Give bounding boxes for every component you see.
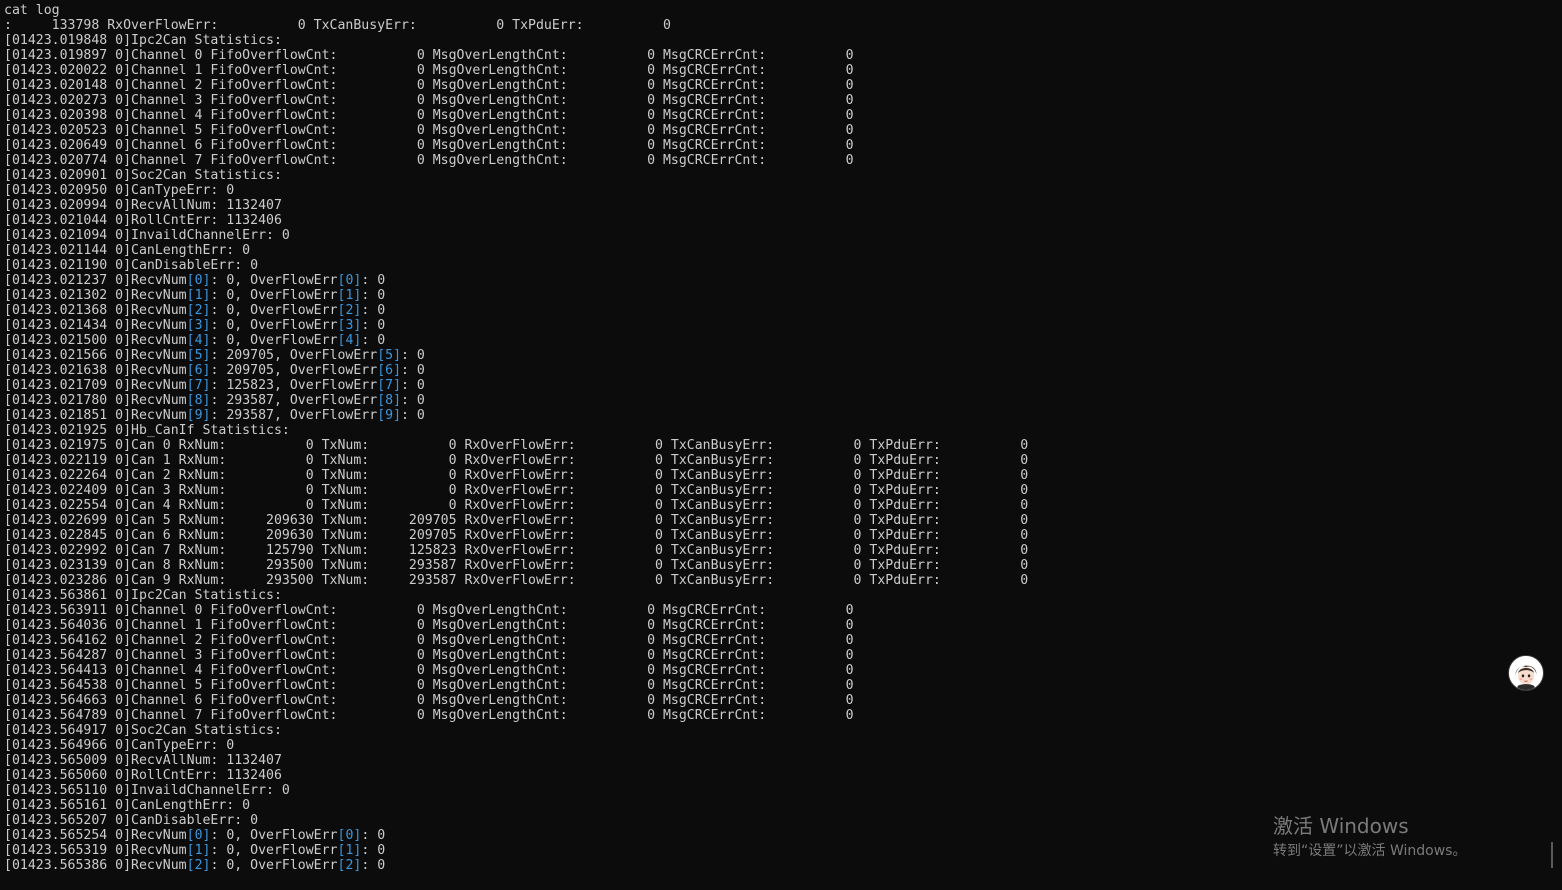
log-line: [01423.021975 0]Can 0 RxNum: 0 TxNum: 0 … xyxy=(4,438,1029,453)
array-index: [2] xyxy=(186,858,211,873)
array-index: [0] xyxy=(186,273,211,288)
log-line: [01423.565207 0]CanDisableErr: 0 xyxy=(4,813,259,828)
log-line: [01423.019897 0]Channel 0 FifoOverflowCn… xyxy=(4,48,854,63)
log-line: [01423.021500 0]RecvNum[4]: 0, OverFlowE… xyxy=(4,333,386,348)
array-index: [6] xyxy=(377,363,402,378)
log-line: [01423.021302 0]RecvNum[1]: 0, OverFlowE… xyxy=(4,288,386,303)
log-line: [01423.563911 0]Channel 0 FifoOverflowCn… xyxy=(4,603,854,618)
log-line: [01423.022992 0]Can 7 RxNum: 125790 TxNu… xyxy=(4,543,1029,558)
log-line: [01423.020901 0]Soc2Can Statistics: xyxy=(4,168,282,183)
log-line: [01423.564413 0]Channel 4 FifoOverflowCn… xyxy=(4,663,854,678)
log-line: [01423.021190 0]CanDisableErr: 0 xyxy=(4,258,259,273)
log-line: [01423.020523 0]Channel 5 FifoOverflowCn… xyxy=(4,123,854,138)
watermark-subtitle: 转到“设置”以激活 Windows。 xyxy=(1273,843,1467,859)
array-index: [5] xyxy=(377,348,402,363)
log-line: [01423.565110 0]InvaildChannelErr: 0 xyxy=(4,783,290,798)
log-line: [01423.022409 0]Can 3 RxNum: 0 TxNum: 0 … xyxy=(4,483,1029,498)
array-index: [1] xyxy=(186,288,211,303)
array-index: [4] xyxy=(186,333,211,348)
array-index: [3] xyxy=(186,318,211,333)
log-line: cat log xyxy=(4,3,60,18)
array-index: [1] xyxy=(337,843,362,858)
array-index: [5] xyxy=(186,348,211,363)
log-line: [01423.021780 0]RecvNum[8]: 293587, Over… xyxy=(4,393,425,408)
log-line: [01423.020649 0]Channel 6 FifoOverflowCn… xyxy=(4,138,854,153)
array-index: [7] xyxy=(186,378,211,393)
watermark-title: 激活 Windows xyxy=(1273,814,1409,838)
log-line: [01423.564287 0]Channel 3 FifoOverflowCn… xyxy=(4,648,854,663)
log-line: [01423.564036 0]Channel 1 FifoOverflowCn… xyxy=(4,618,854,633)
log-line: [01423.564663 0]Channel 6 FifoOverflowCn… xyxy=(4,693,854,708)
array-index: [9] xyxy=(186,408,211,423)
log-line: [01423.022264 0]Can 2 RxNum: 0 TxNum: 0 … xyxy=(4,468,1029,483)
log-line: [01423.020148 0]Channel 2 FifoOverflowCn… xyxy=(4,78,854,93)
log-line: [01423.021851 0]RecvNum[9]: 293587, Over… xyxy=(4,408,425,423)
log-line: [01423.564789 0]Channel 7 FifoOverflowCn… xyxy=(4,708,854,723)
log-line: [01423.564966 0]CanTypeErr: 0 xyxy=(4,738,235,753)
log-line: [01423.021566 0]RecvNum[5]: 209705, Over… xyxy=(4,348,425,363)
log-line: [01423.022554 0]Can 4 RxNum: 0 TxNum: 0 … xyxy=(4,498,1029,513)
log-line: [01423.020398 0]Channel 4 FifoOverflowCn… xyxy=(4,108,854,123)
avatar-face-icon xyxy=(1509,656,1543,690)
log-line: [01423.565386 0]RecvNum[2]: 0, OverFlowE… xyxy=(4,858,386,873)
log-line: [01423.023286 0]Can 9 RxNum: 293500 TxNu… xyxy=(4,573,1029,588)
terminal-output[interactable]: cat log: 133798 RxOverFlowErr: 0 TxCanBu… xyxy=(4,3,1028,873)
log-line: [01423.564538 0]Channel 5 FifoOverflowCn… xyxy=(4,678,854,693)
log-line: [01423.021144 0]CanLengthErr: 0 xyxy=(4,243,251,258)
log-line: [01423.020950 0]CanTypeErr: 0 xyxy=(4,183,235,198)
log-line: [01423.563861 0]Ipc2Can Statistics: xyxy=(4,588,282,603)
array-index: [4] xyxy=(337,333,362,348)
log-line: [01423.022119 0]Can 1 RxNum: 0 TxNum: 0 … xyxy=(4,453,1029,468)
log-line: [01423.021925 0]Hb_CanIf Statistics: xyxy=(4,423,290,438)
log-line: [01423.565319 0]RecvNum[1]: 0, OverFlowE… xyxy=(4,843,386,858)
log-line: [01423.022845 0]Can 6 RxNum: 209630 TxNu… xyxy=(4,528,1029,543)
log-line: [01423.565161 0]CanLengthErr: 0 xyxy=(4,798,251,813)
log-line: [01423.565009 0]RecvAllNum: 1132407 xyxy=(4,753,282,768)
activation-watermark: 激活 Windows 转到“设置”以激活 Windows。 xyxy=(1273,813,1466,861)
log-line: : 133798 RxOverFlowErr: 0 TxCanBusyErr: … xyxy=(4,18,671,33)
array-index: [2] xyxy=(186,303,211,318)
log-line: [01423.564917 0]Soc2Can Statistics: xyxy=(4,723,282,738)
array-index: [3] xyxy=(337,318,362,333)
array-index: [0] xyxy=(337,828,362,843)
avatar-icon[interactable] xyxy=(1508,655,1544,691)
array-index: [7] xyxy=(377,378,402,393)
log-line: [01423.021638 0]RecvNum[6]: 209705, Over… xyxy=(4,363,425,378)
array-index: [1] xyxy=(337,288,362,303)
array-index: [2] xyxy=(337,858,362,873)
array-index: [0] xyxy=(337,273,362,288)
array-index: [8] xyxy=(186,393,211,408)
log-line: [01423.021709 0]RecvNum[7]: 125823, Over… xyxy=(4,378,425,393)
log-line: [01423.021237 0]RecvNum[0]: 0, OverFlowE… xyxy=(4,273,386,288)
log-line: [01423.022699 0]Can 5 RxNum: 209630 TxNu… xyxy=(4,513,1029,528)
log-line: [01423.565060 0]RollCntErr: 1132406 xyxy=(4,768,282,783)
array-index: [6] xyxy=(186,363,211,378)
log-line: [01423.021044 0]RollCntErr: 1132406 xyxy=(4,213,282,228)
array-index: [1] xyxy=(186,843,211,858)
log-line: [01423.021368 0]RecvNum[2]: 0, OverFlowE… xyxy=(4,303,386,318)
log-line: [01423.023139 0]Can 8 RxNum: 293500 TxNu… xyxy=(4,558,1029,573)
scrollbar-thumb[interactable] xyxy=(1551,842,1553,868)
log-line: [01423.564162 0]Channel 2 FifoOverflowCn… xyxy=(4,633,854,648)
log-line: [01423.020994 0]RecvAllNum: 1132407 xyxy=(4,198,282,213)
array-index: [9] xyxy=(377,408,402,423)
log-line: [01423.020022 0]Channel 1 FifoOverflowCn… xyxy=(4,63,854,78)
terminal-window[interactable]: cat log: 133798 RxOverFlowErr: 0 TxCanBu… xyxy=(0,0,1562,890)
array-index: [0] xyxy=(186,828,211,843)
log-line: [01423.021094 0]InvaildChannelErr: 0 xyxy=(4,228,290,243)
log-line: [01423.021434 0]RecvNum[3]: 0, OverFlowE… xyxy=(4,318,386,333)
log-line: [01423.019848 0]Ipc2Can Statistics: xyxy=(4,33,282,48)
array-index: [8] xyxy=(377,393,402,408)
array-index: [2] xyxy=(337,303,362,318)
log-line: [01423.020273 0]Channel 3 FifoOverflowCn… xyxy=(4,93,854,108)
log-line: [01423.020774 0]Channel 7 FifoOverflowCn… xyxy=(4,153,854,168)
log-line: [01423.565254 0]RecvNum[0]: 0, OverFlowE… xyxy=(4,828,386,843)
